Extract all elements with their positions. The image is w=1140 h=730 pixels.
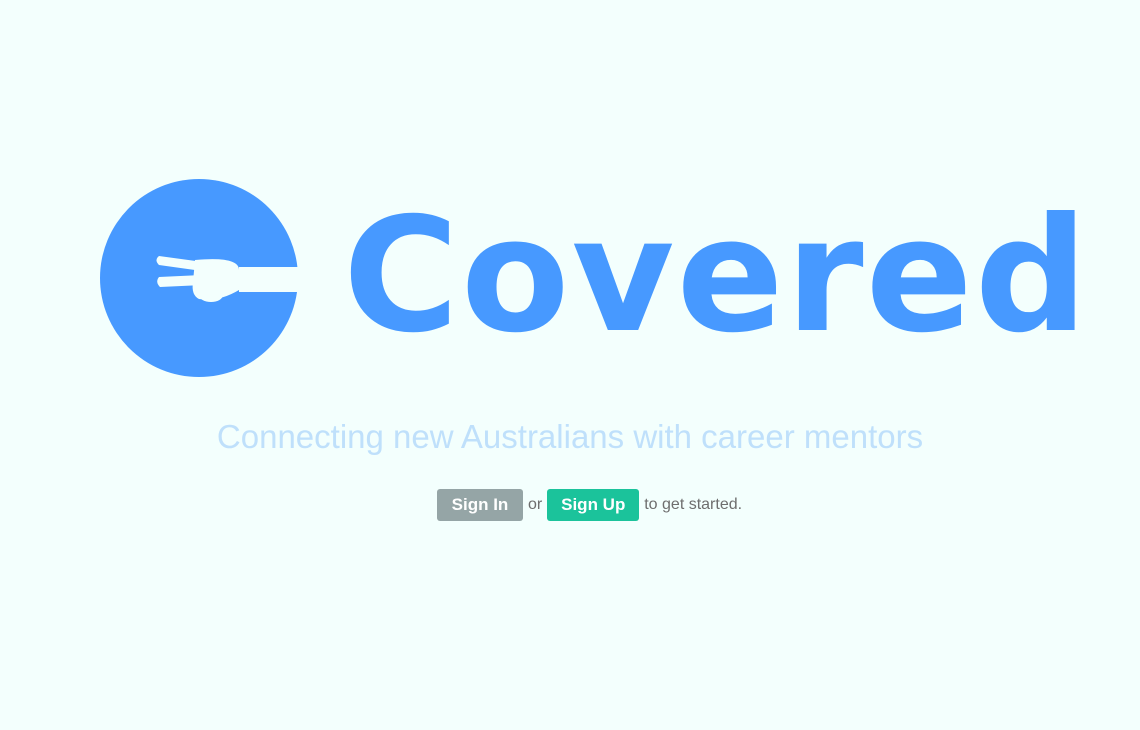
sign-in-button[interactable]: Sign In xyxy=(437,489,523,521)
cta-or-text: or xyxy=(528,496,543,513)
brand-logo: Covered xyxy=(99,178,1088,380)
cta-suffix-text: to get started. xyxy=(644,496,743,513)
sign-up-button[interactable]: Sign Up xyxy=(547,489,640,521)
hero-tagline: Connecting new Australians with career m… xyxy=(216,418,924,455)
brand-wordmark: Covered xyxy=(343,184,1090,368)
cta-row: Sign In or Sign Up to get started. xyxy=(437,489,742,521)
circle-hand-peace-icon xyxy=(100,179,299,377)
